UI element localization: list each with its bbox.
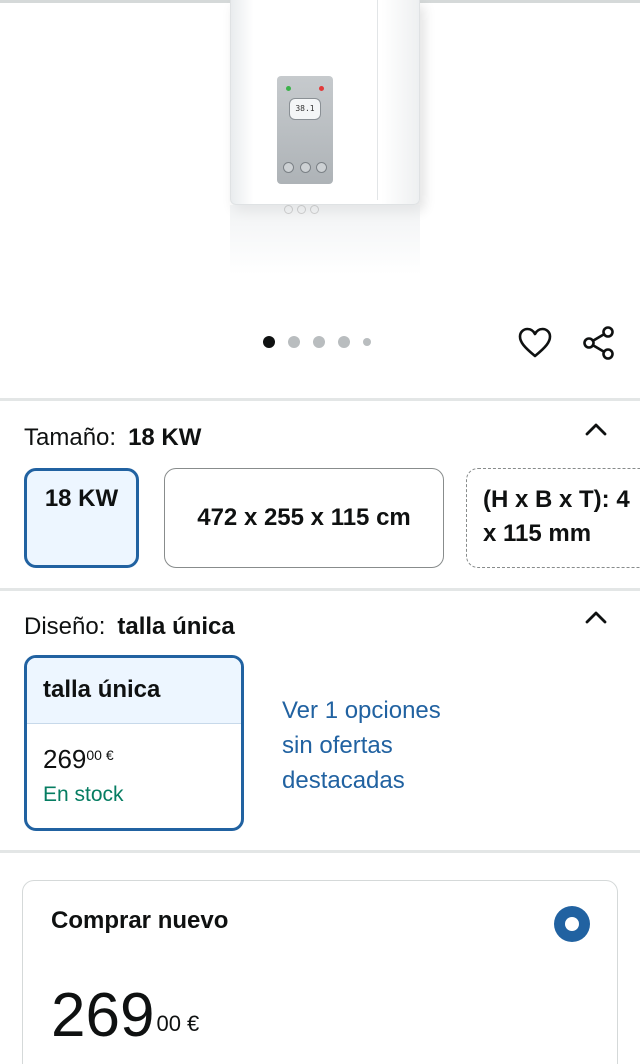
design-selected-value: talla única bbox=[117, 613, 235, 640]
water-heater-image: 38.1 bbox=[230, 0, 420, 205]
buy-price: 26900 € bbox=[51, 981, 200, 1050]
size-option-dimensions[interactable]: 472 x 255 x 115 cm bbox=[164, 468, 444, 568]
carousel-dot[interactable] bbox=[288, 336, 300, 348]
size-option-label: 472 x 255 x 115 cm bbox=[197, 504, 411, 531]
heater-control-panel: 38.1 bbox=[277, 76, 333, 184]
heater-reflection bbox=[230, 205, 420, 275]
product-image[interactable]: 38.1 bbox=[0, 0, 640, 300]
heater-knob bbox=[316, 162, 327, 173]
heater-buttons bbox=[283, 162, 327, 173]
product-page: 38.1 Tamaño: 18 KW 18 KW 472 x 255 x 115… bbox=[0, 0, 640, 1064]
section-divider bbox=[0, 398, 640, 401]
size-label: Tamaño: bbox=[24, 424, 117, 451]
heater-display: 38.1 bbox=[289, 98, 321, 120]
section-divider bbox=[0, 588, 640, 591]
size-option-label: 18 KW bbox=[44, 485, 119, 512]
design-option-price: 26900 € bbox=[43, 744, 114, 774]
stock-status: En stock bbox=[43, 783, 124, 806]
size-option-label: (H x B x T): 4 bbox=[483, 486, 630, 513]
carousel-dot-active[interactable] bbox=[263, 336, 275, 348]
design-option-title: talla única bbox=[27, 658, 241, 724]
design-option-card[interactable]: talla única 26900 € En stock bbox=[24, 655, 244, 831]
carousel-dot[interactable] bbox=[338, 336, 350, 348]
chevron-up-icon[interactable] bbox=[584, 606, 608, 630]
chevron-up-icon[interactable] bbox=[584, 418, 608, 442]
size-heading: Tamaño: 18 KW bbox=[24, 424, 201, 452]
design-heading: Diseño: talla única bbox=[24, 613, 235, 641]
see-options-link[interactable]: Ver 1 opciones sin ofertas destacadas bbox=[282, 693, 502, 798]
design-label: Diseño: bbox=[24, 613, 106, 640]
size-selected-value: 18 KW bbox=[128, 424, 202, 451]
carousel-dot[interactable] bbox=[363, 338, 371, 346]
heater-seam bbox=[377, 0, 378, 200]
size-option-unavailable[interactable]: (H x B x T): 4 x 115 mm bbox=[466, 468, 640, 568]
section-divider bbox=[0, 850, 640, 853]
buy-new-radio[interactable] bbox=[554, 906, 590, 942]
red-led bbox=[319, 86, 324, 91]
heater-knob bbox=[283, 162, 294, 173]
size-option-18kw[interactable]: 18 KW bbox=[24, 468, 139, 568]
buy-new-box[interactable]: Comprar nuevo 26900 € bbox=[22, 880, 618, 1064]
carousel-dot[interactable] bbox=[313, 336, 325, 348]
share-icon[interactable] bbox=[581, 325, 617, 361]
heater-knob bbox=[299, 162, 311, 173]
size-option-label: x 115 mm bbox=[483, 520, 592, 547]
carousel-indicator bbox=[263, 336, 371, 348]
green-led bbox=[286, 86, 291, 91]
wishlist-heart-icon[interactable] bbox=[517, 325, 553, 361]
buy-new-title: Comprar nuevo bbox=[51, 907, 229, 934]
